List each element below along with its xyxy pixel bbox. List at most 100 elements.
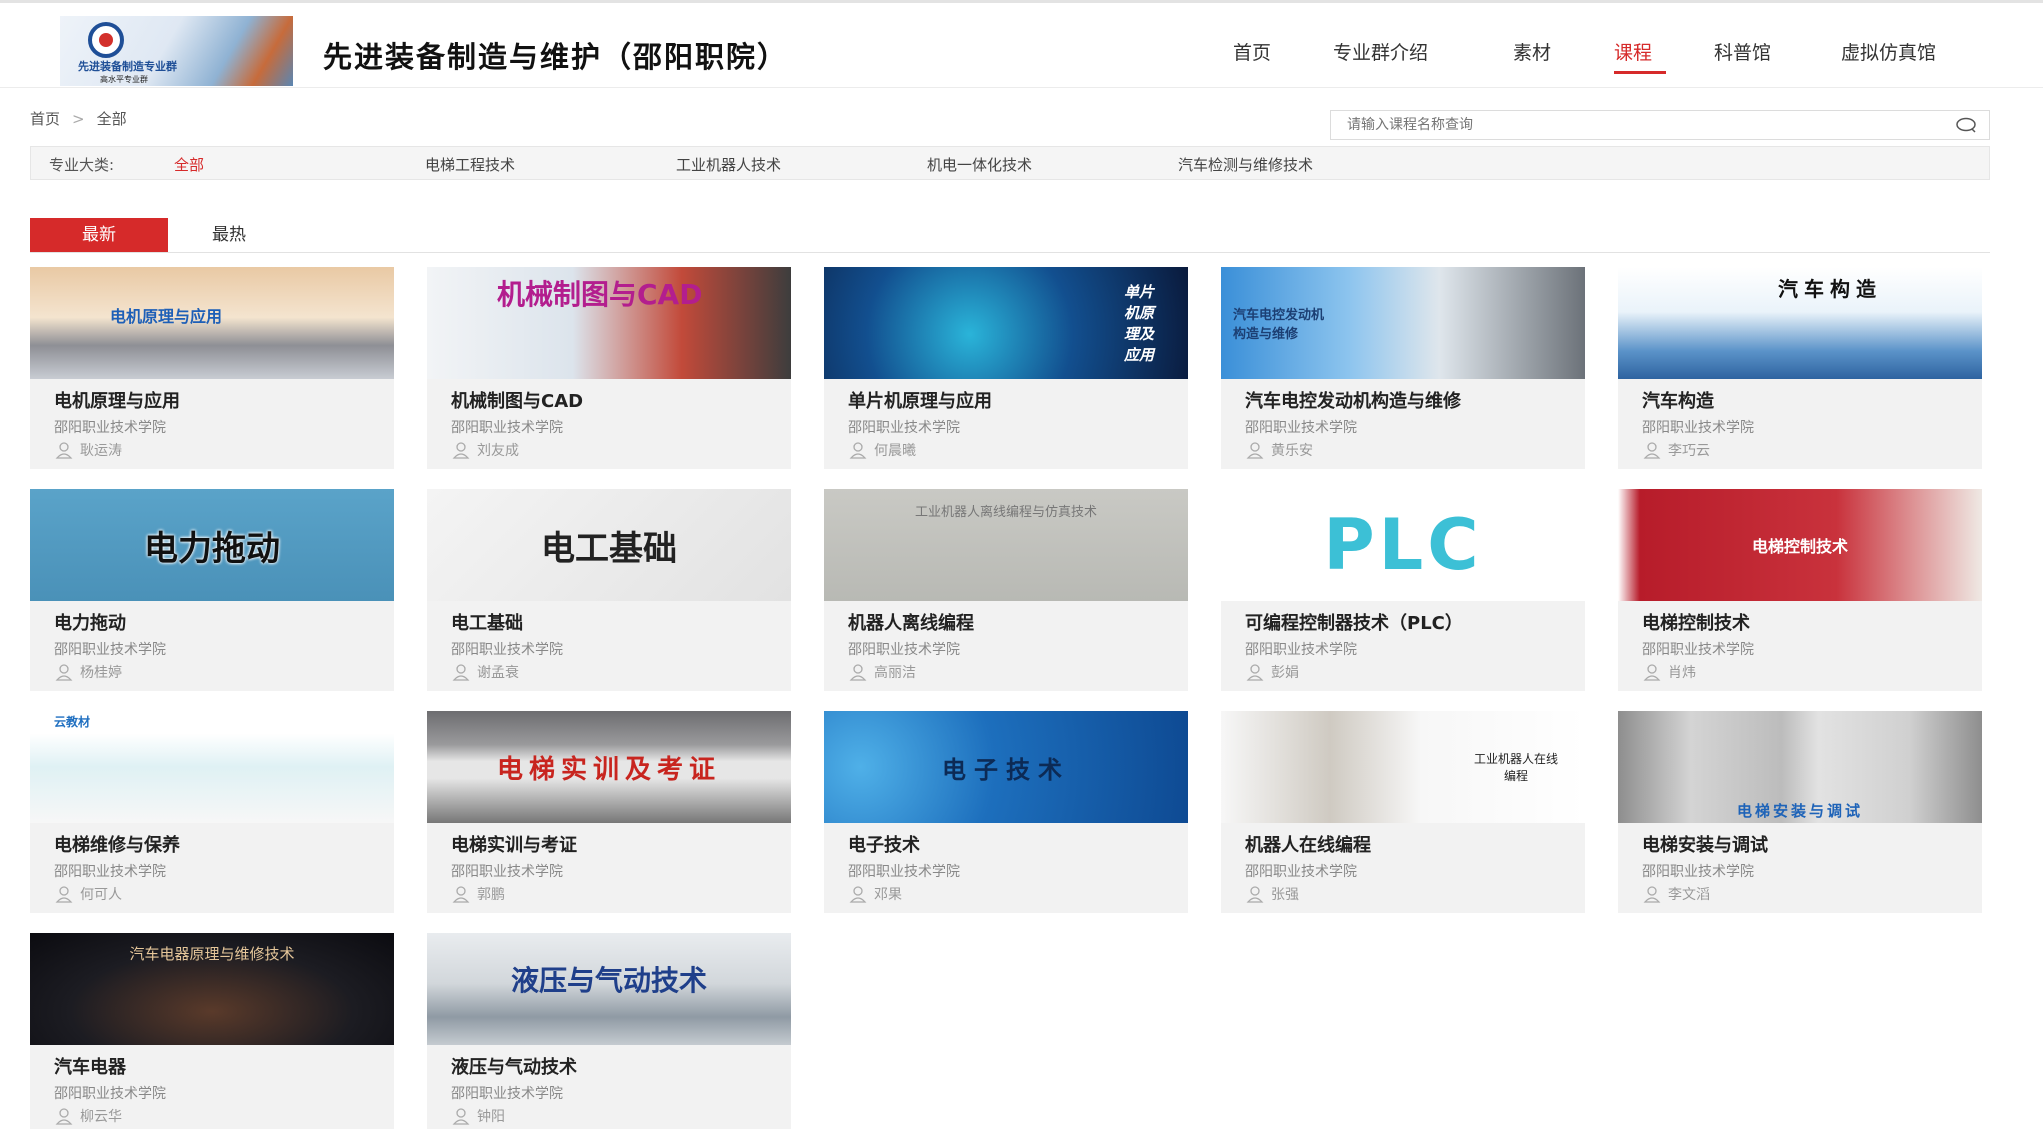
search-icon[interactable] xyxy=(1955,117,1977,133)
course-title[interactable]: 液压与气动技术 xyxy=(451,1053,577,1079)
course-title[interactable]: 汽车构造 xyxy=(1642,387,1714,413)
course-thumbnail[interactable]: 电梯安装与调试 xyxy=(1618,711,1982,823)
user-icon xyxy=(452,663,470,681)
filter-elevator[interactable]: 电梯工程技术 xyxy=(425,154,515,175)
thumbnail-text: PLC xyxy=(1323,504,1483,586)
course-teacher: 刘友成 xyxy=(477,442,519,459)
course-title[interactable]: 机器人离线编程 xyxy=(848,609,974,635)
course-thumbnail[interactable]: 汽车构造 xyxy=(1618,267,1982,379)
nav-materials[interactable]: 素材 xyxy=(1513,38,1551,65)
course-teacher-row: 张强 xyxy=(1245,883,1299,903)
course-thumbnail[interactable]: PLC xyxy=(1221,489,1585,601)
breadcrumb-home[interactable]: 首页 xyxy=(30,110,60,128)
course-title[interactable]: 机器人在线编程 xyxy=(1245,831,1371,857)
course-card[interactable]: 电子技术 电子技术 邵阳职业技术学院 邓果 xyxy=(824,711,1188,913)
course-teacher: 李巧云 xyxy=(1668,442,1710,459)
course-title[interactable]: 机械制图与CAD xyxy=(451,387,583,413)
course-title[interactable]: 单片机原理与应用 xyxy=(848,387,992,413)
course-teacher: 邓果 xyxy=(874,886,902,903)
nav-home[interactable]: 首页 xyxy=(1233,38,1271,65)
course-title[interactable]: 电梯维修与保养 xyxy=(54,831,180,857)
thumbnail-text: 单片机原理及应用 xyxy=(1124,283,1155,364)
course-title[interactable]: 电力拖动 xyxy=(54,609,126,635)
course-card[interactable]: 电梯控制技术 电梯控制技术 邵阳职业技术学院 肖炜 xyxy=(1618,489,1982,691)
course-card[interactable]: 云教材 电梯维修与保养 邵阳职业技术学院 何可人 xyxy=(30,711,394,913)
thumbnail-text: 液压与气动技术 xyxy=(510,964,707,997)
nav-courses[interactable]: 课程 xyxy=(1614,38,1652,65)
course-thumbnail[interactable]: 机械制图与CAD xyxy=(427,267,791,379)
course-teacher: 高丽洁 xyxy=(874,664,916,681)
course-thumbnail[interactable]: 汽车电器原理与维修技术 xyxy=(30,933,394,1045)
course-title[interactable]: 汽车电器 xyxy=(54,1053,126,1079)
course-title[interactable]: 电梯实训与考证 xyxy=(451,831,577,857)
course-teacher: 杨桂婷 xyxy=(80,664,122,681)
course-card[interactable]: 汽车构造 汽车构造 邵阳职业技术学院 李巧云 xyxy=(1618,267,1982,469)
course-thumbnail[interactable]: 电梯实训及考证 xyxy=(427,711,791,823)
site-logo[interactable]: 先进装备制造专业群 高水平专业群 xyxy=(60,16,293,86)
course-thumbnail[interactable]: 电梯控制技术 xyxy=(1618,489,1982,601)
course-thumbnail[interactable]: 电机原理与应用 xyxy=(30,267,394,379)
course-card[interactable]: 电梯安装与调试 电梯安装与调试 邵阳职业技术学院 李文滔 xyxy=(1618,711,1982,913)
course-card[interactable]: 电梯实训及考证 电梯实训与考证 邵阳职业技术学院 郭鹏 xyxy=(427,711,791,913)
course-teacher-row: 谢孟衰 xyxy=(451,661,519,681)
course-card[interactable]: 单片机原理及应用 单片机原理与应用 邵阳职业技术学院 何晨曦 xyxy=(824,267,1188,469)
course-school: 邵阳职业技术学院 xyxy=(1245,864,1357,880)
course-thumbnail[interactable]: 云教材 xyxy=(30,711,394,823)
filter-mechatronics[interactable]: 机电一体化技术 xyxy=(927,154,1032,175)
course-card[interactable]: 工业机器人离线编程与仿真技术 机器人离线编程 邵阳职业技术学院 高丽洁 xyxy=(824,489,1188,691)
user-icon xyxy=(849,663,867,681)
course-teacher-row: 耿运涛 xyxy=(54,439,122,459)
nav-major-intro[interactable]: 专业群介绍 xyxy=(1333,38,1428,65)
course-school: 邵阳职业技术学院 xyxy=(451,1086,563,1102)
course-title[interactable]: 电机原理与应用 xyxy=(54,387,180,413)
course-card[interactable]: 电工基础 电工基础 邵阳职业技术学院 谢孟衰 xyxy=(427,489,791,691)
course-thumbnail[interactable]: 汽车电控发动机构造与维修 xyxy=(1221,267,1585,379)
course-card[interactable]: 电力拖动 电力拖动 邵阳职业技术学院 杨桂婷 xyxy=(30,489,394,691)
course-teacher-row: 郭鹏 xyxy=(451,883,505,903)
tab-hot[interactable]: 最热 xyxy=(212,218,246,252)
course-school: 邵阳职业技术学院 xyxy=(451,420,563,436)
course-teacher: 彭娟 xyxy=(1271,664,1299,681)
course-thumbnail[interactable]: 电工基础 xyxy=(427,489,791,601)
course-thumbnail[interactable]: 电子技术 xyxy=(824,711,1188,823)
filter-auto-repair[interactable]: 汽车检测与维修技术 xyxy=(1178,154,1313,175)
logo-subtext: 高水平专业群 xyxy=(100,75,148,84)
nav-active-indicator xyxy=(1614,71,1666,74)
filter-all[interactable]: 全部 xyxy=(174,154,204,175)
course-teacher: 黄乐安 xyxy=(1271,442,1313,459)
course-card[interactable]: 汽车电器原理与维修技术 汽车电器 邵阳职业技术学院 柳云华 xyxy=(30,933,394,1129)
nav-science-museum[interactable]: 科普馆 xyxy=(1714,38,1771,65)
course-title[interactable]: 电子技术 xyxy=(848,831,920,857)
thumbnail-text: 电梯安装与调试 xyxy=(1736,802,1863,820)
course-thumbnail[interactable]: 工业机器人在线编程 xyxy=(1221,711,1585,823)
course-card[interactable]: 汽车电控发动机构造与维修 汽车电控发动机构造与维修 邵阳职业技术学院 黄乐安 xyxy=(1221,267,1585,469)
course-title[interactable]: 汽车电控发动机构造与维修 xyxy=(1245,387,1461,413)
school-emblem-icon xyxy=(88,22,124,58)
course-teacher: 耿运涛 xyxy=(80,442,122,459)
course-thumbnail[interactable]: 液压与气动技术 xyxy=(427,933,791,1045)
course-title[interactable]: 电工基础 xyxy=(451,609,523,635)
user-icon xyxy=(1246,885,1264,903)
course-card[interactable]: 工业机器人在线编程 机器人在线编程 邵阳职业技术学院 张强 xyxy=(1221,711,1585,913)
nav-virtual-sim[interactable]: 虚拟仿真馆 xyxy=(1841,38,1936,65)
course-school: 邵阳职业技术学院 xyxy=(1642,420,1754,436)
course-title[interactable]: 电梯控制技术 xyxy=(1642,609,1750,635)
course-school: 邵阳职业技术学院 xyxy=(54,420,166,436)
course-card[interactable]: PLC 可编程控制器技术（PLC） 邵阳职业技术学院 彭娟 xyxy=(1221,489,1585,691)
course-school: 邵阳职业技术学院 xyxy=(54,642,166,658)
course-thumbnail[interactable]: 电力拖动 xyxy=(30,489,394,601)
course-card[interactable]: 液压与气动技术 液压与气动技术 邵阳职业技术学院 钟阳 xyxy=(427,933,791,1129)
breadcrumb-separator: > xyxy=(72,110,85,128)
course-title[interactable]: 可编程控制器技术（PLC） xyxy=(1245,609,1463,635)
thumbnail-text: 电子技术 xyxy=(942,755,1070,784)
course-title[interactable]: 电梯安装与调试 xyxy=(1642,831,1768,857)
course-thumbnail[interactable]: 工业机器人离线编程与仿真技术 xyxy=(824,489,1188,601)
search-input[interactable] xyxy=(1331,111,1931,139)
user-icon xyxy=(1246,441,1264,459)
tab-latest[interactable]: 最新 xyxy=(30,218,168,252)
course-card[interactable]: 机械制图与CAD 机械制图与CAD 邵阳职业技术学院 刘友成 xyxy=(427,267,791,469)
course-card[interactable]: 电机原理与应用 电机原理与应用 邵阳职业技术学院 耿运涛 xyxy=(30,267,394,469)
filter-industrial-robot[interactable]: 工业机器人技术 xyxy=(676,154,781,175)
thumbnail-text: 工业机器人离线编程与仿真技术 xyxy=(914,505,1097,520)
course-thumbnail[interactable]: 单片机原理及应用 xyxy=(824,267,1188,379)
